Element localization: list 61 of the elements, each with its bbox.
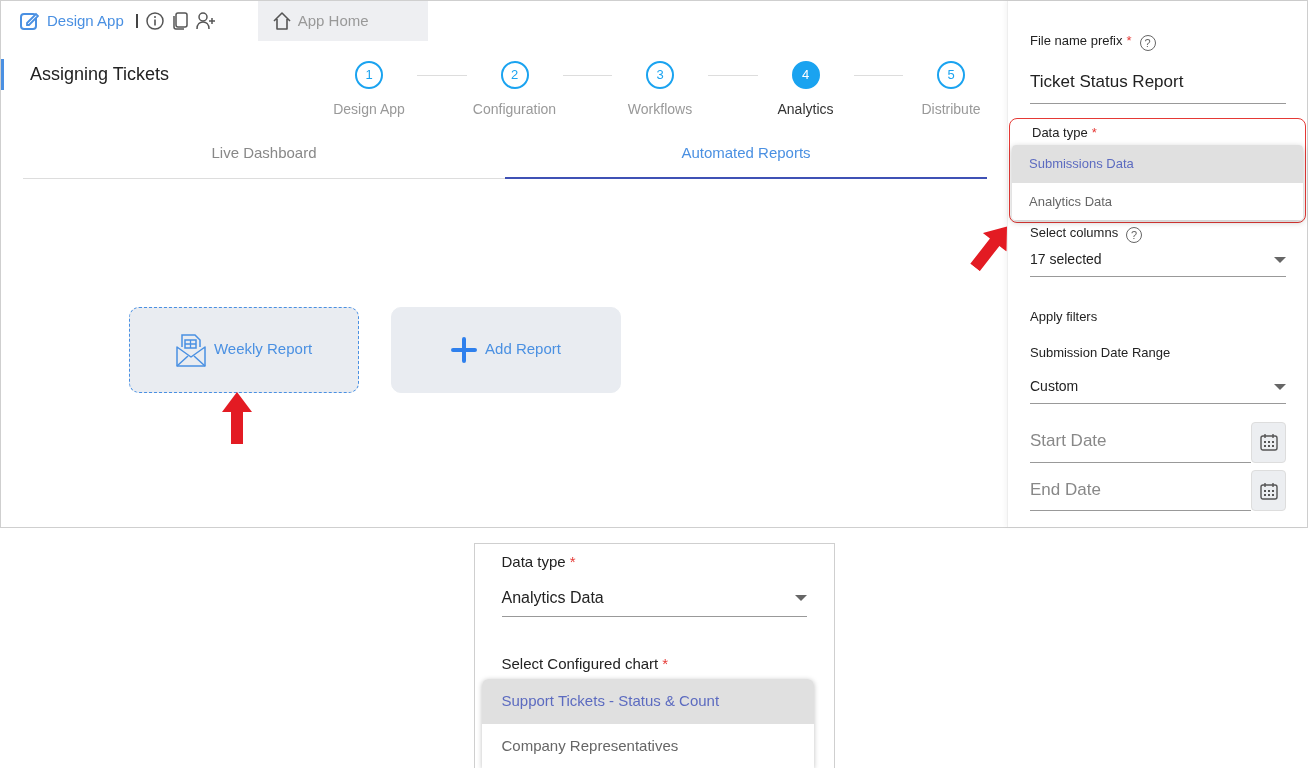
text-field[interactable]: Ticket Status Report <box>1030 51 1286 104</box>
required-mark: * <box>1091 123 1097 142</box>
step-number: 4 <box>791 61 820 89</box>
add-report-card[interactable]: Add Report <box>391 306 621 393</box>
field-label: Select Configured chart <box>501 653 659 674</box>
calendar-icon <box>1259 433 1278 451</box>
page-title: Assigning Tickets <box>1 59 321 90</box>
view-tab[interactable]: Automated Reports <box>505 131 987 179</box>
step-label: Analytics <box>777 100 834 119</box>
field-label: Data type <box>1032 123 1088 142</box>
calendar-button[interactable] <box>1251 470 1286 511</box>
dropdown-option[interactable]: Company Representatives <box>481 723 814 768</box>
copy-icon[interactable] <box>171 12 188 30</box>
step-label: Distribute <box>921 100 981 119</box>
step-item[interactable]: 5 Distribute <box>903 61 999 120</box>
dropdown-option[interactable]: Support Tickets - Status & Count <box>481 679 814 724</box>
field-label: File name prefix <box>1030 32 1123 51</box>
step-number: 3 <box>646 61 674 89</box>
required-mark: * <box>569 552 576 572</box>
select-value: Custom <box>1030 377 1079 396</box>
select-field[interactable]: Analytics Data <box>501 573 807 617</box>
step-item[interactable]: 2 Configuration <box>466 61 563 120</box>
field-label: Data type <box>501 552 566 572</box>
select-value: 17 selected <box>1030 250 1102 269</box>
step-item[interactable]: 3 Workflows <box>612 61 708 120</box>
app-title[interactable]: Design App <box>47 9 124 33</box>
home-icon <box>271 11 292 31</box>
step-item[interactable]: 4 Analytics <box>757 61 854 120</box>
dropdown-option[interactable]: Analytics Data <box>1012 182 1303 220</box>
field-label: Select columns <box>1030 224 1119 243</box>
plus-icon <box>451 336 478 363</box>
calendar-icon <box>1259 481 1278 500</box>
required-mark: * <box>1126 32 1132 51</box>
required-mark: * <box>662 653 669 674</box>
view-tab[interactable]: Live Dashboard <box>23 131 505 179</box>
add-user-icon[interactable] <box>195 12 216 30</box>
date-input[interactable]: Start Date <box>1030 420 1251 463</box>
step-number: 5 <box>937 61 965 89</box>
select-value: Analytics Data <box>501 587 604 608</box>
calendar-button[interactable] <box>1251 421 1286 463</box>
step-label: Workflows <box>627 100 693 119</box>
edit-icon[interactable] <box>19 11 39 31</box>
dropdown-option[interactable]: Submissions Data <box>1012 145 1303 183</box>
step-item[interactable]: 1 Design App <box>321 61 417 120</box>
dropdown-caret-icon[interactable] <box>1274 383 1286 390</box>
mail-report-icon <box>175 332 206 367</box>
date-input[interactable]: End Date <box>1030 468 1251 511</box>
field-label: Submission Date Range <box>1030 343 1171 362</box>
select-field[interactable]: 17 selected <box>1030 243 1286 277</box>
report-card[interactable]: Weekly Report <box>129 306 359 393</box>
step-label: Configuration <box>472 100 557 119</box>
step-label: Design App <box>333 100 405 119</box>
step-number: 1 <box>355 61 383 89</box>
dropdown-caret-icon[interactable] <box>794 594 807 601</box>
dropdown-caret-icon[interactable] <box>1274 256 1286 263</box>
select-field[interactable]: Custom <box>1030 370 1286 404</box>
section-heading: Apply filters <box>1030 308 1099 326</box>
step-number: 2 <box>500 61 529 89</box>
pointer-arrow <box>222 392 252 444</box>
info-icon[interactable] <box>145 12 164 30</box>
home-tab[interactable]: App Home <box>257 1 428 41</box>
